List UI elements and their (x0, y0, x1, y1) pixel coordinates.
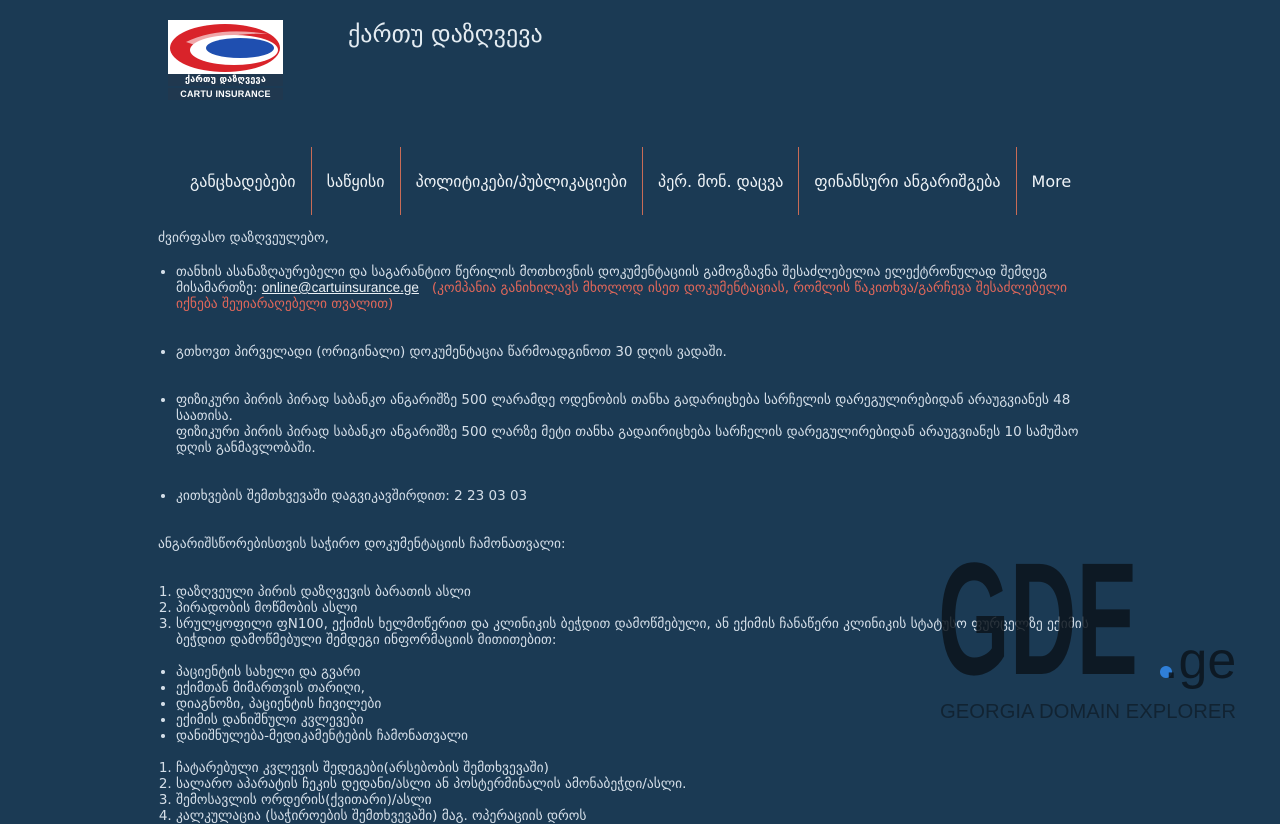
site-title[interactable]: ქართუ დაზღვევა (348, 20, 543, 48)
list-item: დანიშნულება-მედიკამენტების ჩამონათვალი (176, 728, 1103, 744)
list-item: კალკულაცია (საჭიროების შემთხვევაში) მაგ.… (176, 808, 1103, 824)
additional-docs-list: ჩატარებული კვლევის შედეგები(არსებობის შე… (158, 760, 1103, 824)
greeting: ძვირფასო დაზღვეულებო, (158, 230, 329, 246)
company-logo[interactable]: ქართუ დაზღვევა CARTU INSURANCE (168, 20, 283, 102)
email-link[interactable]: online@cartuinsurance.ge (262, 280, 419, 295)
docs-heading: ანგარიშსწორებისთვის საჭირო დოკუმენტაციის… (158, 536, 566, 552)
transfer-under-500: ფიზიკური პირის პირად საბანკო ანგარიშზე 5… (176, 392, 1071, 424)
main-content: ძვირფასო დაზღვეულებო, თანხის ასანაზღაურე… (158, 230, 1103, 824)
logo-text-english: CARTU INSURANCE (168, 88, 283, 100)
logo-text-georgian: ქართუ დაზღვევა (168, 74, 283, 86)
transfer-over-500: ფიზიკური პირის პირად საბანკო ანგარიშზე 5… (176, 424, 1079, 456)
notice-list: თანხის ასანაზღაურებელი და საგარანტიო წერ… (158, 264, 1103, 504)
main-nav: განცხადებები საწყისი პოლიტიკები/პუბლიკაც… (175, 147, 1086, 215)
notice-electronic-submission: თანხის ასანაზღაურებელი და საგარანტიო წერ… (176, 264, 1103, 312)
watermark-tagline: GEORGIA DOMAIN EXPLORER (940, 701, 1236, 722)
list-item: შემოსავლის ორდერის(ქვითარი)/ასლი (176, 792, 1103, 808)
notice-contact-phone: კითხვების შემთხვევაში დაგვიკავშირდით: 2 … (176, 488, 1103, 504)
gde-watermark: GDE .ge GEORGIA DOMAIN EXPLORER (938, 556, 1236, 722)
notice-transfer-terms: ფიზიკური პირის პირად საბანკო ანგარიშზე 5… (176, 392, 1103, 456)
watermark-logo-text: GDE (938, 556, 1138, 708)
nav-item-more[interactable]: More (1017, 147, 1087, 215)
nav-item-data-protection[interactable]: პერ. მონ. დაცვა (643, 147, 800, 215)
nav-item-financial-reports[interactable]: ფინანსური ანგარიშგება (799, 147, 1017, 215)
list-item: სალარო აპარატის ჩეკის დედანი/ასლი ან პოს… (176, 776, 1103, 792)
nav-item-home[interactable]: საწყისი (312, 147, 401, 215)
watermark-suffix: .ge (1164, 632, 1236, 690)
nav-item-announcements[interactable]: განცხადებები (175, 147, 312, 215)
nav-item-policies[interactable]: პოლიტიკები/პუბლიკაციები (401, 147, 644, 215)
cartu-logo-icon (168, 20, 283, 76)
notice-original-docs: გთხოვთ პირველადი (ორიგინალი) დოკუმენტაცი… (176, 344, 1103, 360)
list-item: ჩატარებული კვლევის შედეგები(არსებობის შე… (176, 760, 1103, 776)
